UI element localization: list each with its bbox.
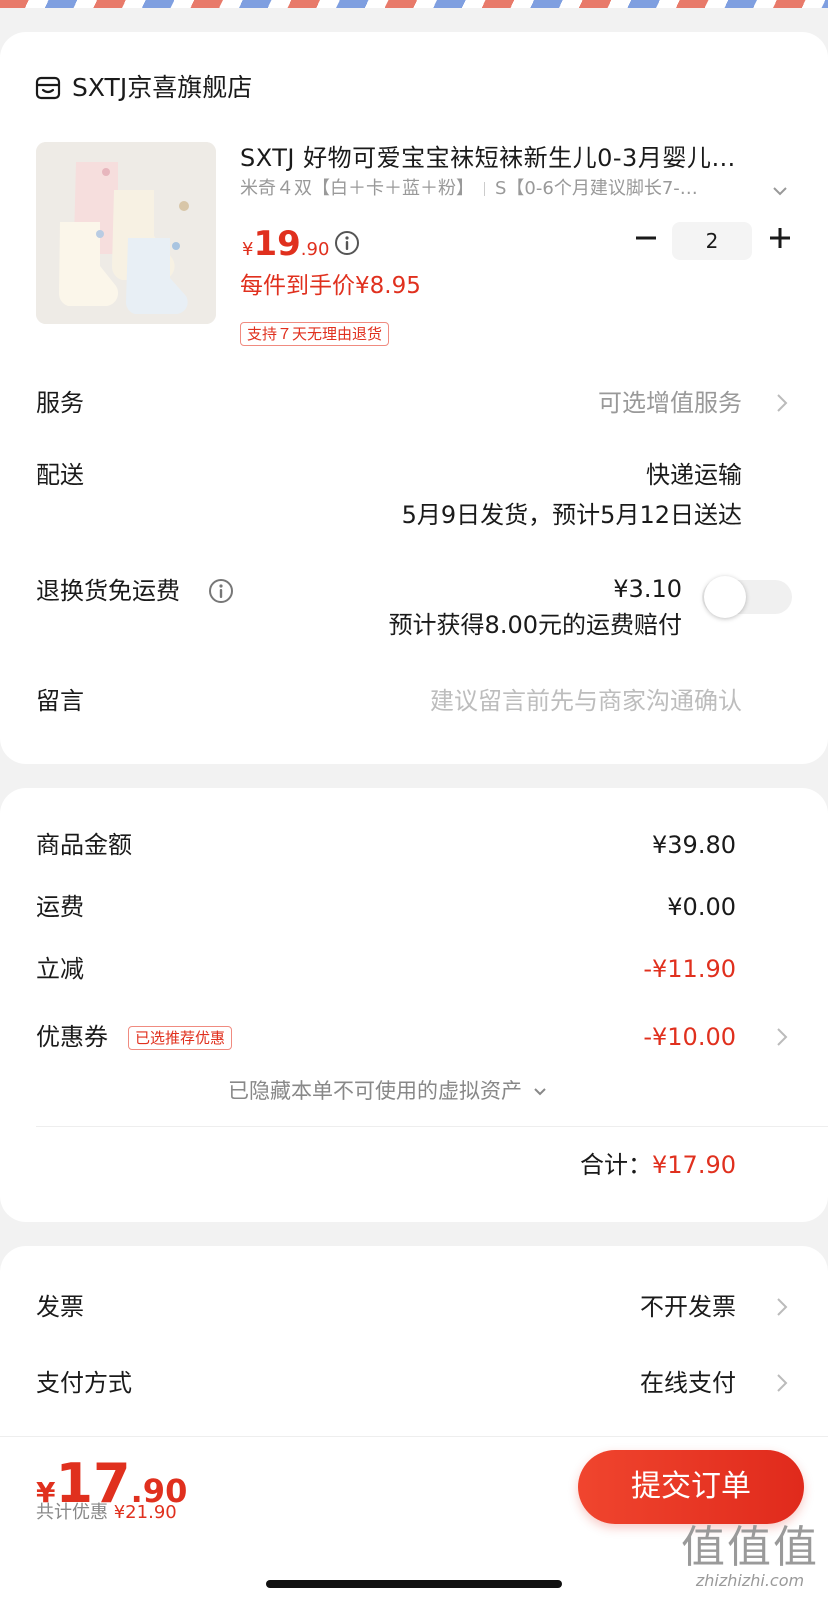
goods-amount-value: ¥39.80: [652, 831, 736, 859]
chevron-down-icon: [533, 1088, 546, 1096]
return-shipping-price: ¥3.10: [613, 575, 682, 603]
instant-discount-label: 立减: [36, 955, 84, 983]
total-saving: 共计优惠 ¥21.90: [36, 1500, 177, 1526]
invoice-value[interactable]: 不开发票: [640, 1290, 736, 1324]
shipping-fee-label: 运费: [36, 893, 84, 921]
product-image[interactable]: [36, 142, 216, 324]
order-total: 合计：¥17.90: [580, 1148, 736, 1182]
per-item-price: 每件到手价¥8.95: [240, 273, 421, 299]
info-icon[interactable]: [334, 230, 360, 256]
product-title[interactable]: SXTJ 好物可爱宝宝袜短袜新生儿0-3月婴儿…: [240, 142, 784, 174]
store-name[interactable]: SXTJ京喜旗舰店: [72, 72, 252, 104]
invoice-label: 发票: [36, 1293, 84, 1321]
total-saving-label: 共计优惠: [36, 1502, 108, 1523]
message-label: 留言: [36, 687, 84, 715]
invoice-payment-card: [0, 1246, 828, 1456]
summary-divider: [36, 1126, 828, 1127]
watermark-text: zhizhizhi.com: [695, 1571, 805, 1590]
quantity-plus-button[interactable]: [766, 224, 794, 252]
sku-color: 米奇４双【白＋卡＋蓝＋粉】: [240, 178, 474, 199]
sku-size: S【0-6个月建议脚长7-…: [495, 178, 698, 199]
instant-discount-value: -¥11.90: [643, 955, 736, 983]
order-total-value: ¥17.90: [652, 1151, 736, 1179]
return-shipping-note: 预计获得8.00元的运费赔付: [388, 611, 682, 639]
chevron-right-icon[interactable]: [776, 1297, 788, 1317]
message-input[interactable]: 建议留言前先与商家沟通确认: [430, 684, 742, 718]
payment-method-value[interactable]: 在线支付: [640, 1366, 736, 1400]
price-decimal: .90: [300, 239, 330, 260]
hidden-assets-text: 已隐藏本单不可使用的虚拟资产: [228, 1079, 522, 1103]
total-saving-value: ¥21.90: [113, 1502, 177, 1523]
store-icon: [35, 76, 61, 100]
sku-divider: [484, 182, 485, 196]
info-icon[interactable]: [208, 578, 234, 604]
order-total-label: 合计：: [580, 1151, 653, 1179]
goods-amount-label: 商品金额: [36, 831, 132, 859]
submit-order-button[interactable]: 提交订单: [578, 1450, 804, 1524]
delivery-eta: 5月9日发货，预计5月12日送达: [401, 501, 742, 529]
price-integer: 19: [253, 224, 301, 264]
airmail-stripe: [0, 0, 828, 8]
product-sku[interactable]: 米奇４双【白＋卡＋蓝＋粉】 S【0-6个月建议脚长7-…: [240, 176, 770, 202]
return-shipping-label: 退换货免运费: [36, 577, 180, 605]
chevron-right-icon[interactable]: [776, 393, 788, 413]
quantity-minus-button[interactable]: [632, 224, 660, 252]
chevron-right-icon[interactable]: [776, 1373, 788, 1393]
service-label: 服务: [36, 389, 84, 417]
watermark-logo: 值值值: [681, 1522, 819, 1573]
coupon-label: 优惠券: [36, 1023, 108, 1051]
chevron-right-icon[interactable]: [776, 1027, 788, 1047]
quantity-input[interactable]: 2: [672, 222, 752, 260]
home-indicator[interactable]: [266, 1580, 562, 1588]
delivery-method: 快递运输: [646, 461, 742, 489]
price-symbol: ¥: [242, 239, 254, 260]
delivery-label: 配送: [36, 461, 84, 489]
service-value[interactable]: 可选增值服务: [598, 386, 742, 420]
return-policy-badge: 支持７天无理由退货: [240, 322, 390, 346]
coupon-value[interactable]: -¥10.00: [643, 1020, 736, 1054]
coupon-badge: 已选推荐优惠: [128, 1026, 233, 1050]
hidden-assets-toggle[interactable]: 已隐藏本单不可使用的虚拟资产: [228, 1076, 547, 1106]
watermark: 值值值 zhizhizhi.com: [680, 1524, 820, 1590]
shipping-fee-value: ¥0.00: [667, 893, 736, 921]
product-price: ¥19.90: [242, 222, 329, 272]
payment-method-label: 支付方式: [36, 1369, 132, 1397]
chevron-down-icon[interactable]: [772, 184, 788, 198]
toggle-knob[interactable]: [704, 576, 746, 618]
